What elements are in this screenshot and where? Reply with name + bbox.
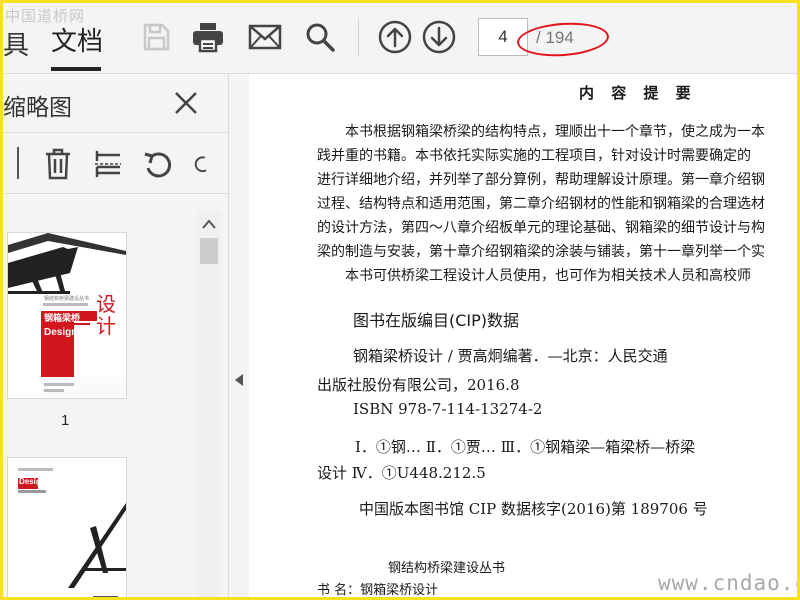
active-tab-indicator — [51, 67, 101, 71]
previous-page-button[interactable] — [378, 20, 412, 54]
printer-icon — [193, 23, 223, 53]
toolbar-separator — [358, 19, 359, 57]
thumb1-title-cn: 钢箱梁桥 — [44, 314, 81, 324]
thumb1-big-cn: 设计 — [96, 292, 116, 338]
cip-line: ISBN 978-7-114-13274-2 — [353, 400, 543, 418]
series-name: 钢结构桥梁建设丛书 — [388, 561, 506, 576]
extract-page-button[interactable] — [91, 147, 125, 181]
thumbnail-list: 钢结构桥梁建设丛书 钢箱梁桥 Design 设计 1 Design — [3, 204, 193, 597]
scrollbar-thumb[interactable] — [200, 238, 218, 264]
thumb1-series-text: 钢结构桥梁建设丛书 — [44, 296, 90, 302]
save-icon — [143, 23, 170, 51]
save-button[interactable] — [139, 20, 173, 54]
rotate-left-icon — [144, 152, 172, 178]
arrow-down-circle-icon — [422, 20, 456, 54]
cip-line: 钢箱梁桥设计 / 贾高炯编著．—北京：人民交通 — [353, 347, 668, 365]
tab-tools-partial[interactable]: 具 — [3, 25, 29, 62]
document-page: 内 容 提 要 本书根据钢箱梁桥梁的结构特点，理顺出十一个章节，使之成为一本 践… — [249, 74, 797, 597]
summary-paragraph: 本书根据钢箱梁桥梁的结构特点，理顺出十一个章节，使之成为一本 践并重的书籍。本书… — [317, 120, 797, 288]
trash-icon — [46, 148, 70, 180]
email-button[interactable] — [248, 20, 282, 54]
sidebar-toggle-strip[interactable] — [229, 74, 249, 597]
thumbnail-scrollbar[interactable] — [197, 212, 221, 597]
cip-line: 中国版本图书馆 CIP 数据核字(2016)第 189706 号 — [359, 500, 708, 518]
scroll-up-button[interactable] — [197, 212, 221, 236]
cip-line: Ⅰ．①钢… Ⅱ．①贾… Ⅲ．①钢箱梁—箱梁桥—桥梁 — [355, 438, 696, 456]
book-name-line: 书 名：钢箱梁桥设计 — [317, 583, 439, 598]
cip-line: 出版社股份有限公司，2016.8 — [317, 376, 520, 394]
toolbar: 中国道桥网 具 文档 4 / 194 — [3, 3, 797, 74]
paragraph-line: 梁的制造与安装，第十章介绍钢箱梁的涂装与铺装，第十一章列举一个实 — [317, 244, 765, 260]
sidebar-toolbar — [3, 132, 228, 194]
paragraph-line: 本书根据钢箱梁桥梁的结构特点，理顺出十一个章节，使之成为一本 — [345, 124, 765, 140]
cip-heading: 图书在版编目(CIP)数据 — [353, 311, 520, 330]
tab-document[interactable]: 文档 — [51, 21, 103, 58]
close-icon — [175, 92, 197, 114]
arrow-up-circle-icon — [378, 20, 412, 54]
watermark-bottom: www.cndao.com — [658, 571, 797, 595]
sidebar-title: 缩略图 — [3, 95, 72, 121]
thumbnail-page-1[interactable]: 钢结构桥梁建设丛书 钢箱梁桥 Design 设计 — [8, 233, 126, 398]
rotate-right-icon — [194, 156, 207, 173]
thumbnail-page-2[interactable]: Design — [8, 458, 126, 597]
sidebar-close-button[interactable] — [171, 88, 201, 118]
rotate-left-button[interactable] — [141, 147, 175, 181]
thumb1-title-en: Design — [44, 327, 78, 338]
cip-line: 设计 Ⅳ．①U448.212.5 — [317, 464, 486, 482]
next-page-button[interactable] — [422, 20, 456, 54]
rotate-right-button[interactable] — [191, 147, 211, 181]
thumbnail-sidebar: 缩略图 钢结构桥梁建设丛书 钢箱梁桥 Design 设计 1 Design — [3, 74, 229, 597]
delete-page-button[interactable] — [41, 147, 75, 181]
paragraph-line: 进行详细地介绍，并列举了部分算例，帮助理解设计原理。第一章介绍钢 — [317, 172, 765, 188]
scissors-icon — [95, 151, 121, 177]
viewer-window: 中国道桥网 具 文档 4 / 194 缩略图 钢结构桥梁建设丛书 钢箱梁桥 De… — [0, 0, 800, 600]
print-button[interactable] — [191, 20, 225, 54]
document-title: 内 容 提 要 — [579, 84, 697, 102]
paragraph-line: 的设计方法，第四～八章介绍板单元的理论基础、钢箱梁的细节设计与构 — [317, 220, 765, 236]
paragraph-line: 践并重的书籍。本书依托实际实施的工程项目，针对设计时需要确定的 — [317, 148, 751, 164]
paragraph-line: 本书可供桥梁工程设计人员使用，也可作为相关技术人员和高校师 — [345, 268, 751, 284]
toolbar-divider — [17, 147, 19, 179]
paragraph-line: 过程、结构特点和适用范围，第二章介绍钢材的性能和钢箱梁的合理选材 — [317, 196, 765, 212]
thumb2-title-en: Design — [19, 477, 46, 486]
collapse-sidebar-icon[interactable] — [235, 374, 243, 386]
thumbnail-label-1: 1 — [61, 412, 70, 429]
search-button[interactable] — [303, 20, 337, 54]
mail-icon — [248, 24, 282, 50]
annotation-red-oval — [515, 19, 611, 60]
chevron-up-icon — [202, 219, 216, 229]
search-icon — [306, 23, 335, 52]
